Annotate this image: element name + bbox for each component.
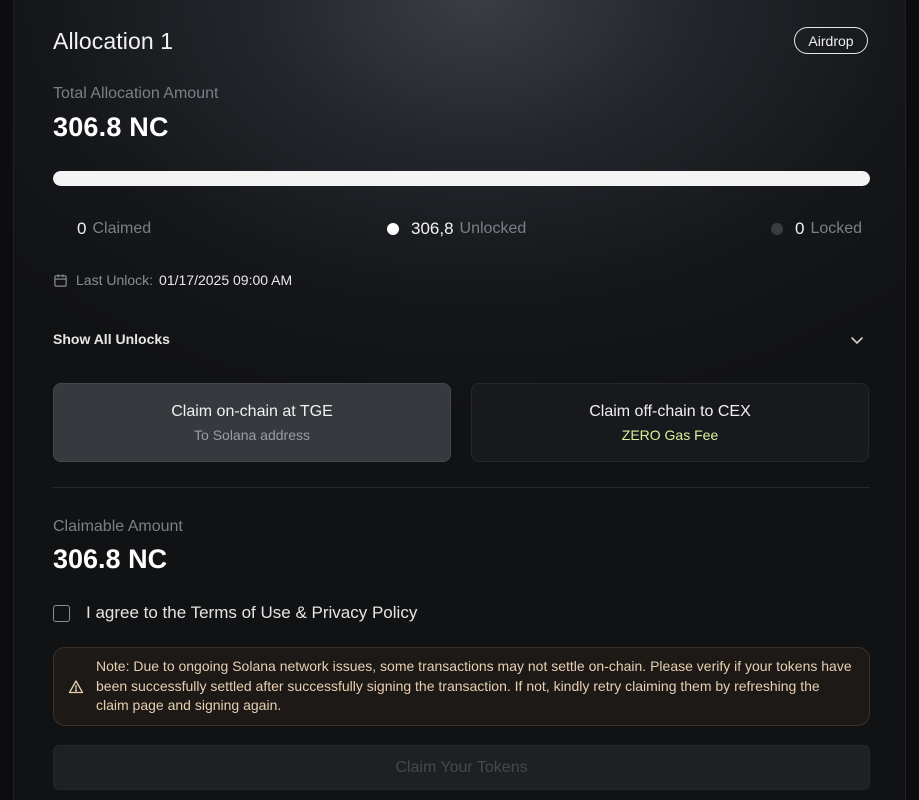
terms-checkbox[interactable] xyxy=(53,604,70,622)
locked-label: Locked xyxy=(810,220,863,237)
airdrop-badge: Airdrop xyxy=(794,27,868,54)
calendar-icon xyxy=(54,273,67,287)
claimed-stat: 0 Claimed xyxy=(77,219,151,239)
allocation-card: Allocation 1 Airdrop Total Allocation Am… xyxy=(13,0,906,800)
last-unlock: Last Unlock: 01/17/2025 09:00 AM xyxy=(53,272,292,288)
terms-agreement[interactable]: I agree to the Terms of Use & Privacy Po… xyxy=(53,603,417,623)
locked-value: 0 xyxy=(795,219,805,238)
section-divider xyxy=(53,487,870,488)
last-unlock-value: 01/17/2025 09:00 AM xyxy=(159,272,293,288)
allocation-title: Allocation 1 xyxy=(53,28,174,54)
claim-offchain-title: Claim off-chain to CEX xyxy=(589,402,751,420)
unlocked-dot-icon xyxy=(387,223,399,235)
claimed-value: 0 xyxy=(77,219,87,238)
claim-onchain-button[interactable]: Claim on-chain at TGE To Solana address xyxy=(53,383,451,462)
unlocked-stat: 306,8 Unlocked xyxy=(387,219,526,239)
claimable-amount-value: 306.8 NC xyxy=(53,544,168,574)
note-text: Note: Due to ongoing Solana network issu… xyxy=(96,658,852,714)
network-note: Note: Due to ongoing Solana network issu… xyxy=(53,647,870,726)
claim-onchain-subtitle: To Solana address xyxy=(194,426,310,443)
chevron-down-icon[interactable] xyxy=(849,332,865,348)
allocation-progress-bar xyxy=(53,171,870,186)
total-allocation-amount: 306.8 NC xyxy=(53,112,169,142)
claimed-label: Claimed xyxy=(92,220,152,237)
allocation-progress-fill xyxy=(53,171,870,186)
locked-dot-icon xyxy=(771,223,783,235)
claim-onchain-title: Claim on-chain at TGE xyxy=(171,402,333,420)
claim-tokens-button[interactable]: Claim Your Tokens xyxy=(53,745,870,790)
unlocked-label: Unlocked xyxy=(459,220,527,237)
unlocked-value: 306,8 xyxy=(411,219,454,238)
locked-stat: 0 Locked xyxy=(771,219,862,239)
warning-icon xyxy=(68,679,84,693)
show-all-unlocks-toggle[interactable]: Show All Unlocks xyxy=(53,331,170,347)
claim-offchain-button[interactable]: Claim off-chain to CEX ZERO Gas Fee xyxy=(471,383,869,462)
claimable-amount-label: Claimable Amount xyxy=(53,518,183,535)
terms-label[interactable]: I agree to the Terms of Use & Privacy Po… xyxy=(86,603,417,623)
total-allocation-label: Total Allocation Amount xyxy=(53,85,219,102)
last-unlock-label: Last Unlock: xyxy=(76,272,154,288)
claim-offchain-subtitle: ZERO Gas Fee xyxy=(621,426,719,443)
